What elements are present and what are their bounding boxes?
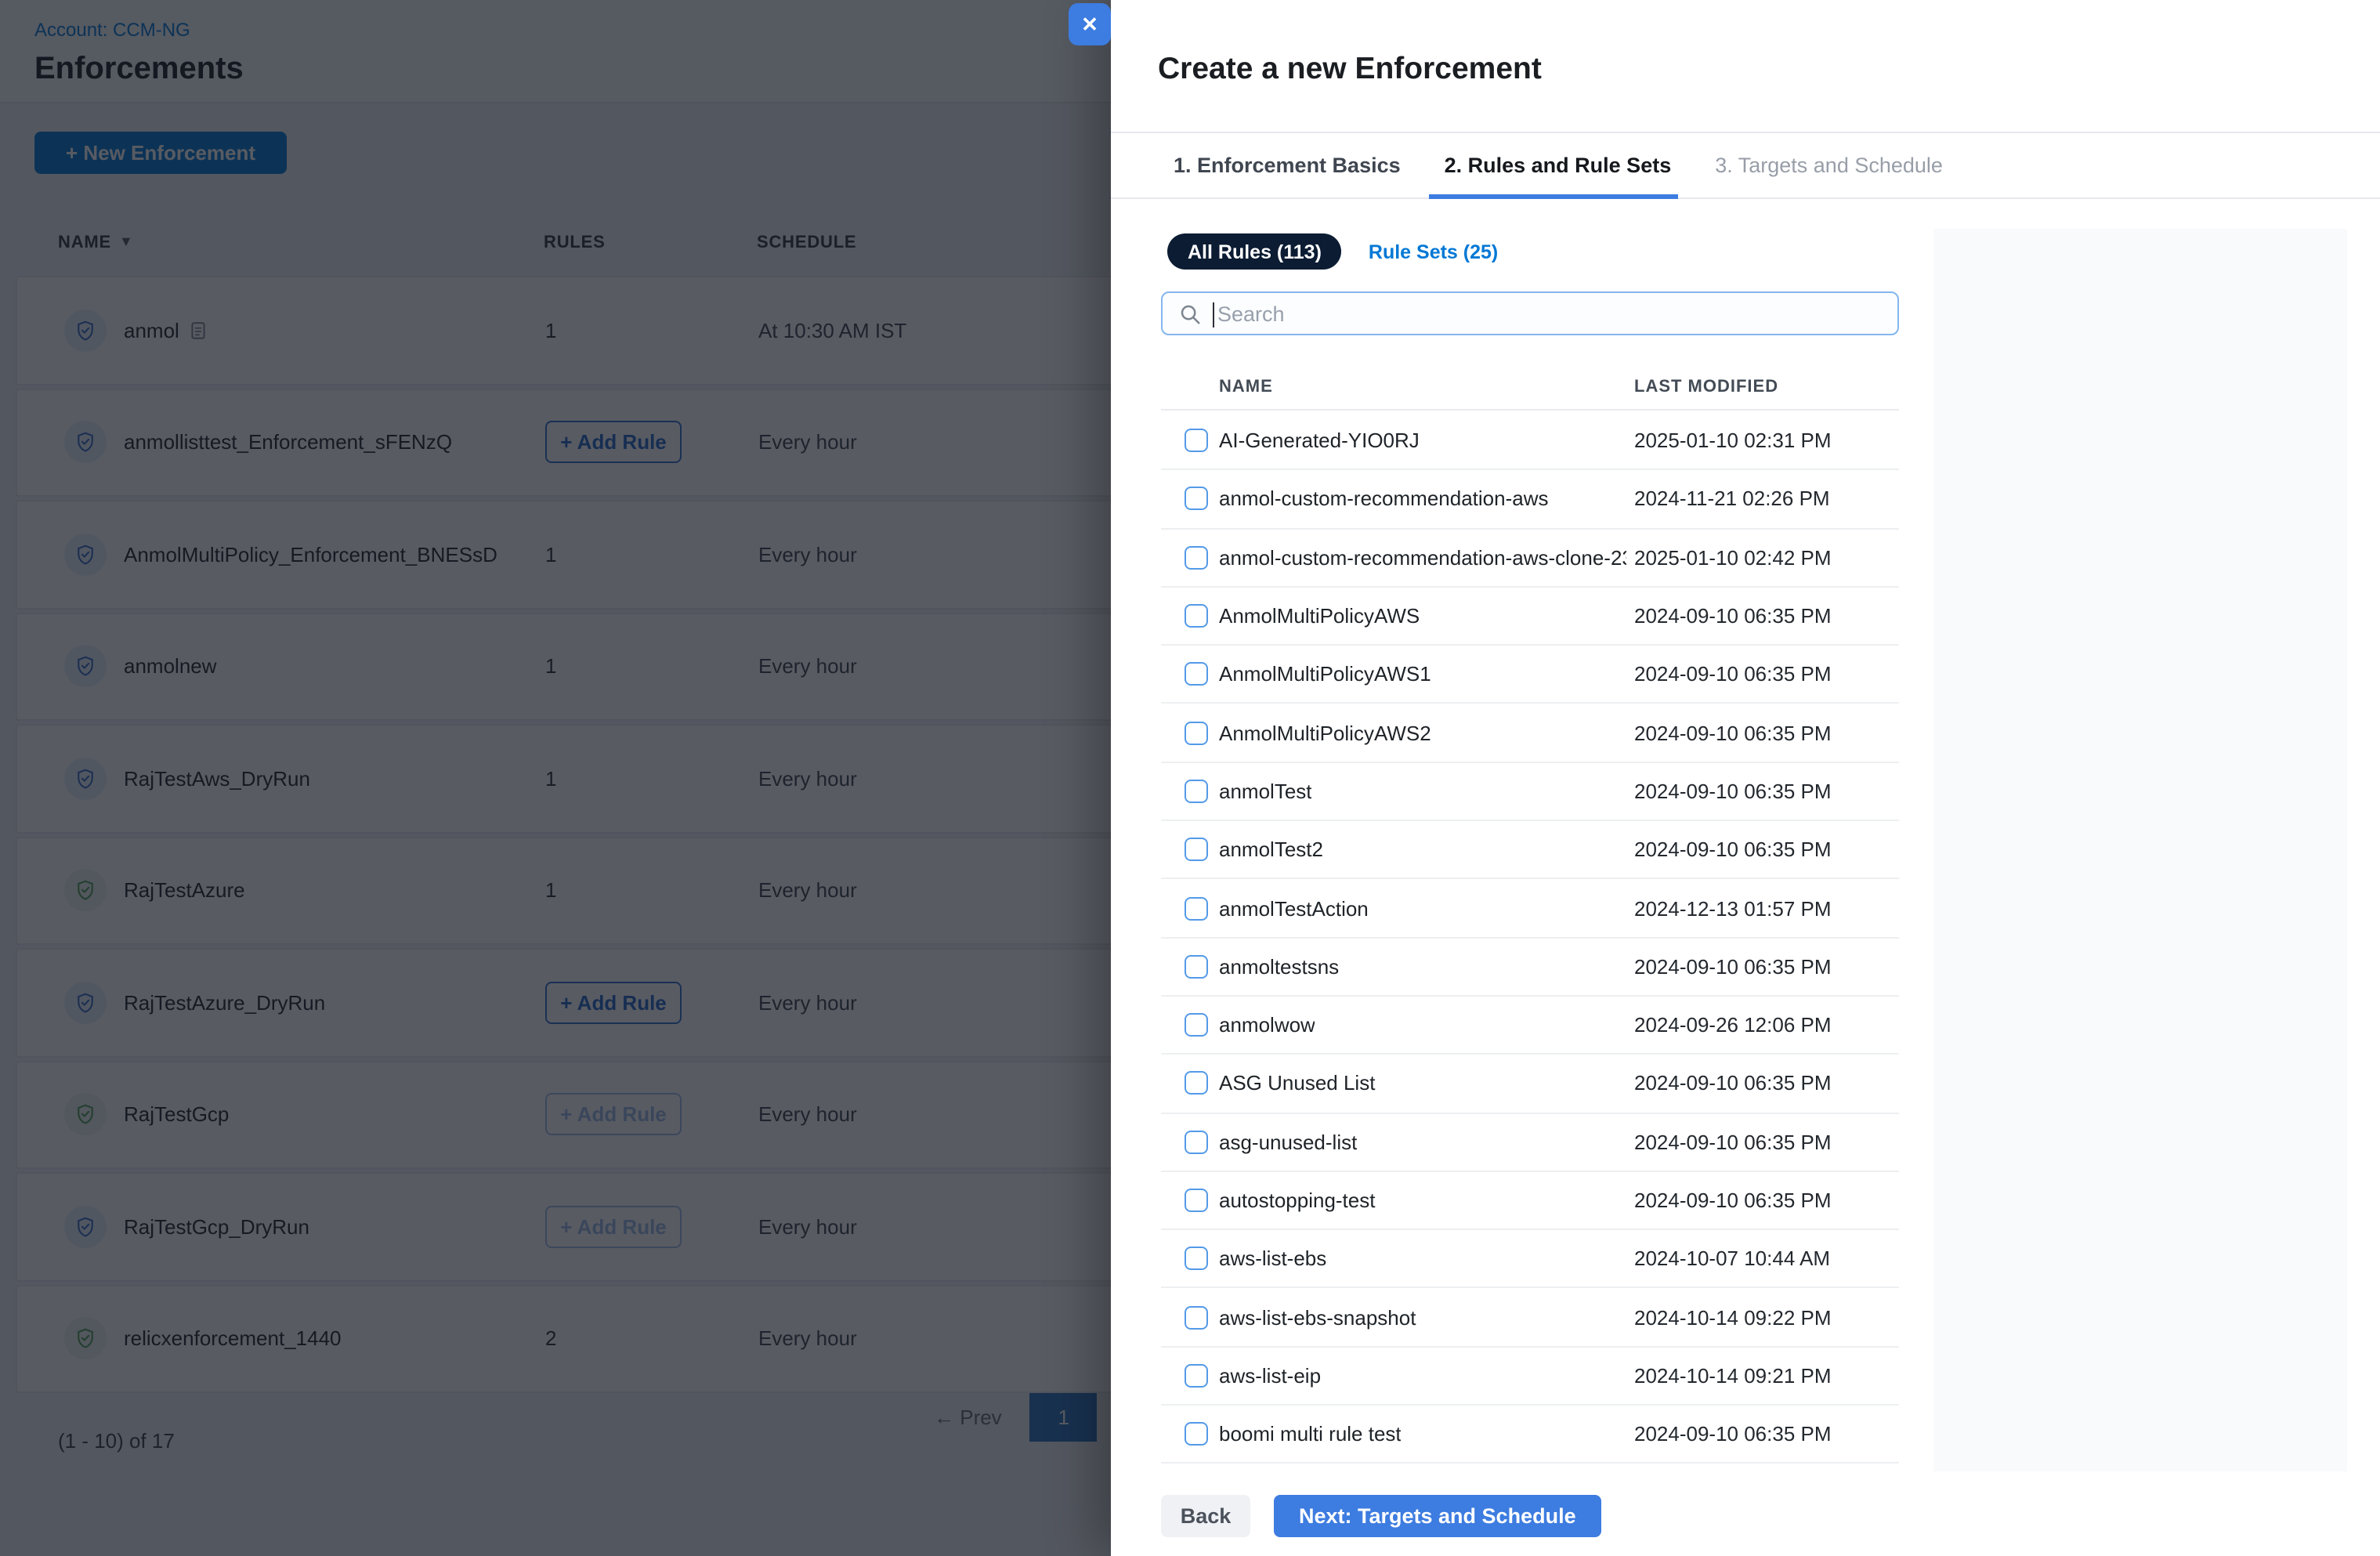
- rule-name: AnmolMultiPolicyAWS2: [1219, 721, 1431, 745]
- rule-last-modified: 2024-09-10 06:35 PM: [1634, 662, 1832, 686]
- rule-list: AI-Generated-YIO0RJ 2025-01-10 02:31 PM …: [1161, 412, 1899, 1464]
- back-button[interactable]: Back: [1161, 1495, 1250, 1537]
- text-cursor: [1213, 302, 1214, 327]
- rule-last-modified: 2024-09-10 06:35 PM: [1634, 954, 1832, 979]
- rule-list-header: NAME LAST MODIFIED: [1161, 370, 1899, 411]
- rule-last-modified: 2024-09-10 06:35 PM: [1634, 1422, 1832, 1446]
- rule-checkbox[interactable]: [1185, 1305, 1208, 1330]
- rule-row[interactable]: asg-unused-list 2024-09-10 06:35 PM: [1161, 1113, 1899, 1172]
- rule-checkbox[interactable]: [1185, 779, 1208, 803]
- rule-last-modified: 2024-11-21 02:26 PM: [1634, 487, 1830, 511]
- rule-row[interactable]: anmolTestAction 2024-12-13 01:57 PM: [1161, 880, 1899, 939]
- rule-checkbox[interactable]: [1185, 429, 1208, 453]
- rule-row[interactable]: anmol-custom-recommendation-aws-clone-23…: [1161, 529, 1899, 588]
- search-box[interactable]: [1161, 291, 1899, 335]
- tab-targets-and-schedule: 3. Targets and Schedule: [1715, 154, 1943, 177]
- close-icon[interactable]: ✕: [1069, 3, 1111, 45]
- rule-name: anmolwow: [1219, 1013, 1315, 1037]
- rule-last-modified: 2024-09-10 06:35 PM: [1634, 779, 1832, 803]
- rule-name: anmol-custom-recommendation-aws: [1219, 487, 1549, 511]
- rule-last-modified: 2024-09-10 06:35 PM: [1634, 838, 1832, 862]
- rule-checkbox[interactable]: [1185, 1013, 1208, 1037]
- rule-name: anmolTest2: [1219, 838, 1323, 862]
- rule-checkbox[interactable]: [1185, 954, 1208, 979]
- rule-row[interactable]: AnmolMultiPolicyAWS1 2024-09-10 06:35 PM: [1161, 646, 1899, 704]
- search-icon: [1181, 305, 1200, 324]
- rule-last-modified: 2024-12-13 01:57 PM: [1634, 896, 1832, 921]
- rule-last-modified: 2024-10-14 09:22 PM: [1634, 1305, 1832, 1330]
- search-input[interactable]: [1217, 293, 1875, 334]
- rule-name: autostopping-test: [1219, 1189, 1376, 1212]
- rule-type-filter: All Rules (113) Rule Sets (25): [1167, 233, 1498, 270]
- rule-name: aws-list-ebs: [1219, 1247, 1327, 1271]
- rule-last-modified: 2025-01-10 02:42 PM: [1634, 545, 1832, 570]
- rule-row[interactable]: anmol-custom-recommendation-aws 2024-11-…: [1161, 471, 1899, 530]
- rule-last-modified: 2024-09-10 06:35 PM: [1634, 1071, 1832, 1095]
- rule-checkbox[interactable]: [1185, 1189, 1208, 1212]
- rule-column-last-modified: LAST MODIFIED: [1634, 378, 1779, 396]
- rule-name: asg-unused-list: [1219, 1130, 1358, 1154]
- rule-row[interactable]: aws-list-ebs 2024-10-07 10:44 AM: [1161, 1230, 1899, 1289]
- rule-last-modified: 2025-01-10 02:31 PM: [1634, 429, 1832, 453]
- drawer-title: Create a new Enforcement: [1158, 52, 1542, 86]
- rule-name: AI-Generated-YIO0RJ: [1219, 429, 1420, 453]
- rule-last-modified: 2024-09-26 12:06 PM: [1634, 1013, 1832, 1037]
- rule-row[interactable]: ASG Unused List 2024-09-10 06:35 PM: [1161, 1055, 1899, 1114]
- rule-column-name: NAME: [1219, 378, 1273, 396]
- rule-row[interactable]: anmolwow 2024-09-26 12:06 PM: [1161, 997, 1899, 1055]
- rule-name: aws-list-ebs-snapshot: [1219, 1305, 1416, 1330]
- rule-checkbox[interactable]: [1185, 1422, 1208, 1446]
- rule-row[interactable]: anmolTest 2024-09-10 06:35 PM: [1161, 763, 1899, 822]
- preview-panel: [1933, 229, 2347, 1471]
- rule-name: anmol-custom-recommendation-aws-clone-23…: [1219, 545, 1626, 570]
- rule-row[interactable]: anmoltestsns 2024-09-10 06:35 PM: [1161, 938, 1899, 997]
- screen: Account: CCM-NG Enforcements + New Enfor…: [0, 0, 2380, 1556]
- rule-row[interactable]: anmolTest2 2024-09-10 06:35 PM: [1161, 821, 1899, 880]
- tab-rules-and-rule-sets[interactable]: 2. Rules and Rule Sets: [1428, 133, 1677, 199]
- rule-name: anmolTestAction: [1219, 896, 1369, 921]
- rule-checkbox[interactable]: [1185, 838, 1208, 862]
- rule-name: boomi multi rule test: [1219, 1422, 1402, 1446]
- rule-row[interactable]: autostopping-test 2024-09-10 06:35 PM: [1161, 1172, 1899, 1231]
- rule-sets-tab[interactable]: Rule Sets (25): [1369, 241, 1498, 262]
- rule-last-modified: 2024-09-10 06:35 PM: [1634, 721, 1832, 745]
- drawer-footer: Back Next: Targets and Schedule: [1161, 1495, 1601, 1537]
- rule-checkbox[interactable]: [1185, 662, 1208, 686]
- rule-name: AnmolMultiPolicyAWS: [1219, 604, 1420, 628]
- rule-name: ASG Unused List: [1219, 1071, 1376, 1095]
- rule-name: aws-list-eip: [1219, 1363, 1322, 1388]
- rule-row[interactable]: AI-Generated-YIO0RJ 2025-01-10 02:31 PM: [1161, 412, 1899, 471]
- rule-checkbox[interactable]: [1185, 1130, 1208, 1154]
- rule-row[interactable]: aws-list-ebs-snapshot 2024-10-14 09:22 P…: [1161, 1289, 1899, 1348]
- rule-row[interactable]: AnmolMultiPolicyAWS 2024-09-10 06:35 PM: [1161, 588, 1899, 646]
- rule-checkbox[interactable]: [1185, 896, 1208, 921]
- rule-last-modified: 2024-09-10 06:35 PM: [1634, 604, 1832, 628]
- rule-checkbox[interactable]: [1185, 1363, 1208, 1388]
- rule-last-modified: 2024-10-14 09:21 PM: [1634, 1363, 1832, 1388]
- rule-checkbox[interactable]: [1185, 721, 1208, 745]
- rule-row[interactable]: aws-list-eip 2024-10-14 09:21 PM: [1161, 1348, 1899, 1406]
- rule-checkbox[interactable]: [1185, 1247, 1208, 1271]
- next-button[interactable]: Next: Targets and Schedule: [1274, 1495, 1601, 1537]
- tab-enforcement-basics[interactable]: 1. Enforcement Basics: [1170, 133, 1404, 197]
- rule-row[interactable]: boomi multi rule test 2024-09-10 06:35 P…: [1161, 1406, 1899, 1464]
- create-enforcement-drawer: ✕ Create a new Enforcement 1. Enforcemen…: [1069, 0, 2380, 1556]
- rule-name: anmoltestsns: [1219, 954, 1340, 979]
- wizard-steps: 1. Enforcement Basics 2. Rules and Rule …: [1111, 132, 2380, 199]
- all-rules-tab[interactable]: All Rules (113): [1167, 233, 1342, 270]
- rule-name: anmolTest: [1219, 779, 1312, 803]
- rule-checkbox[interactable]: [1185, 545, 1208, 570]
- rule-row[interactable]: AnmolMultiPolicyAWS2 2024-09-10 06:35 PM: [1161, 704, 1899, 763]
- rule-last-modified: 2024-10-07 10:44 AM: [1634, 1247, 1831, 1271]
- rule-checkbox[interactable]: [1185, 487, 1208, 511]
- rule-last-modified: 2024-09-10 06:35 PM: [1634, 1189, 1832, 1212]
- rule-last-modified: 2024-09-10 06:35 PM: [1634, 1130, 1832, 1154]
- rule-checkbox[interactable]: [1185, 1071, 1208, 1095]
- rule-checkbox[interactable]: [1185, 604, 1208, 628]
- rule-name: AnmolMultiPolicyAWS1: [1219, 662, 1431, 686]
